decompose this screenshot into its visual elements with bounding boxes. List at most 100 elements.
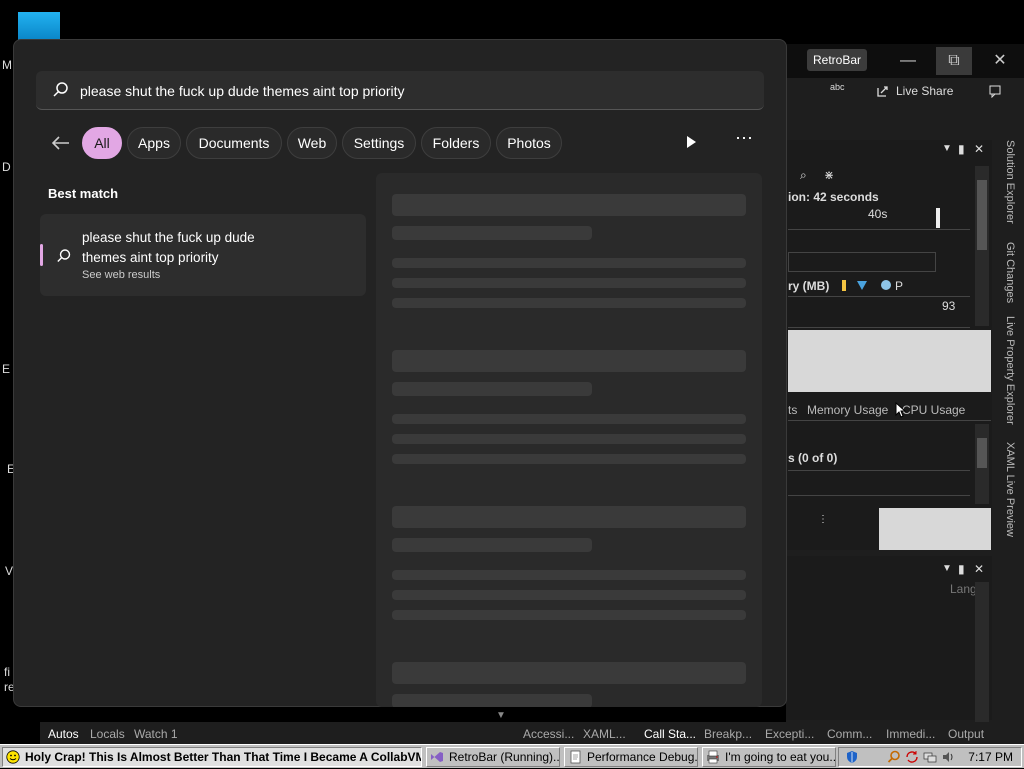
live-share-button[interactable]: Live Share [896,84,953,98]
scrollbar[interactable] [975,582,989,722]
diag-tabstrip: ts Memory Usage CPU Usage [788,400,991,421]
language-pane [786,556,992,720]
skeleton-bar [392,694,592,707]
search-input[interactable] [78,71,742,111]
tab-watch[interactable]: Watch 1 [134,727,178,741]
scrollbar-thumb[interactable] [977,438,987,468]
pane-dropdown-icon[interactable]: ▼ [942,143,952,154]
tab-solution-explorer[interactable]: Solution Explorer [996,140,1016,224]
close-button[interactable]: ✕ [982,47,1018,75]
task-label: Holy Crap! This Is Almost Better Than Th… [25,750,422,764]
filter-apps[interactable]: Apps [127,127,181,159]
back-arrow-icon [51,136,69,150]
mouse-cursor-icon [895,401,907,418]
skeleton-bar [392,454,746,464]
scrollbar-thumb[interactable] [977,180,987,250]
pin-icon[interactable]: ▮ [958,142,965,156]
search-icon [52,81,70,99]
taskbar-button-collabvm[interactable]: Holy Crap! This Is Almost Better Than Th… [2,747,422,767]
tab-breakpoints[interactable]: Breakp... [704,727,752,741]
desktop-icon-label: M [2,58,12,72]
search-box[interactable] [36,71,764,111]
spelling-icon[interactable]: abc [830,82,845,92]
more-filters-button[interactable] [680,131,702,153]
best-match-heading: Best match [48,186,119,201]
task-label: Performance Debug... [587,750,698,764]
tab-git-changes[interactable]: Git Changes [996,242,1016,303]
timeline-tick-label: 40s [868,207,888,221]
search-icon [56,248,72,264]
tab-xaml-live-preview[interactable]: XAML Live Preview [996,442,1016,537]
filter-folders[interactable]: Folders [421,127,491,159]
play-icon [687,136,696,148]
taskbar-button-performance[interactable]: Performance Debug... [564,747,698,767]
volume-icon[interactable] [941,750,955,764]
timeline-marker[interactable] [936,208,940,228]
tab-command[interactable]: Comm... [827,727,872,741]
filter-documents[interactable]: Documents [186,127,282,159]
back-button[interactable] [48,130,74,156]
filter-web[interactable]: Web [287,127,337,159]
skeleton-bar [392,662,746,684]
tab-call-stack[interactable]: Call Sta... [644,727,696,741]
memory-chart-header: ry (MB) [788,279,830,293]
tab-events[interactable]: ts [788,403,797,417]
legend-label: P [895,279,904,293]
pin-icon[interactable]: ▮ [958,562,965,576]
vs-toolbar: abc Live Share [786,78,1024,106]
more-options-button[interactable]: ⋯ [732,129,756,153]
pane-dropdown-icon[interactable]: ▼ [942,563,952,574]
zoom-icon[interactable]: ⌕ [800,168,807,183]
session-duration: ion: 42 seconds [788,190,879,204]
desktop-icon-label: E [2,362,11,376]
clock[interactable]: 7:17 PM [968,750,1013,764]
pane-close-icon[interactable]: ✕ [974,562,984,576]
feedback-icon[interactable] [988,84,1002,99]
dropdown-arrow-icon[interactable]: ▼ [496,710,506,721]
filter-icon[interactable]: ⋮ [818,514,828,525]
skeleton-bar [392,434,746,444]
solution-name-badge[interactable]: RetroBar [807,49,867,71]
tab-locals[interactable]: Locals [90,727,125,741]
skeleton-bar [392,506,746,528]
task-label: RetroBar (Running)... [449,750,560,764]
sync-icon[interactable] [905,750,919,764]
live-share-icon[interactable] [876,84,890,98]
preview-pane [376,173,762,707]
printer-icon [706,750,720,764]
tab-autos[interactable]: Autos [48,727,79,741]
minimize-button[interactable]: — [890,47,926,75]
events-lane [788,252,936,272]
filter-photos[interactable]: Photos [496,127,562,159]
result-subtitle: See web results [82,269,161,281]
taskbar-button-eat-you[interactable]: I'm going to eat you... [702,747,836,767]
skeleton-bar [392,194,746,216]
column-header-language: Lang [950,582,977,596]
filter-settings[interactable]: Settings [342,127,416,159]
chart-settings-icon[interactable]: ⋇ [824,168,834,182]
skeleton-bar [392,610,746,620]
restore-button[interactable]: ⧉ [936,47,972,75]
taskbar-button-retrobar[interactable]: RetroBar (Running)... [426,747,560,767]
search-tray-icon[interactable] [887,750,901,764]
skeleton-bar [392,538,592,552]
tab-exceptions[interactable]: Excepti... [765,727,814,741]
network-icon[interactable] [923,750,937,764]
document-icon [568,750,582,764]
desktop-icon-label: D [2,160,11,174]
tab-immediate[interactable]: Immedi... [886,727,935,741]
tab-accessibility[interactable]: Accessi... [523,727,574,741]
pane-close-icon[interactable]: ✕ [974,142,984,156]
shield-icon[interactable] [845,750,859,764]
tab-cpu-usage[interactable]: CPU Usage [902,403,965,417]
tab-xaml[interactable]: XAML... [583,727,626,741]
tab-output[interactable]: Output [948,727,984,741]
smiley-icon [6,750,20,764]
memory-chart [788,296,970,328]
skeleton-bar [392,570,746,580]
tab-live-property-explorer[interactable]: Live Property Explorer [996,316,1016,425]
filter-all[interactable]: All [82,127,122,159]
tab-memory-usage[interactable]: Memory Usage [807,403,888,417]
result-title: please shut the fuck up dude themes aint… [82,230,255,265]
desktop-icon-recycle[interactable] [18,12,60,40]
